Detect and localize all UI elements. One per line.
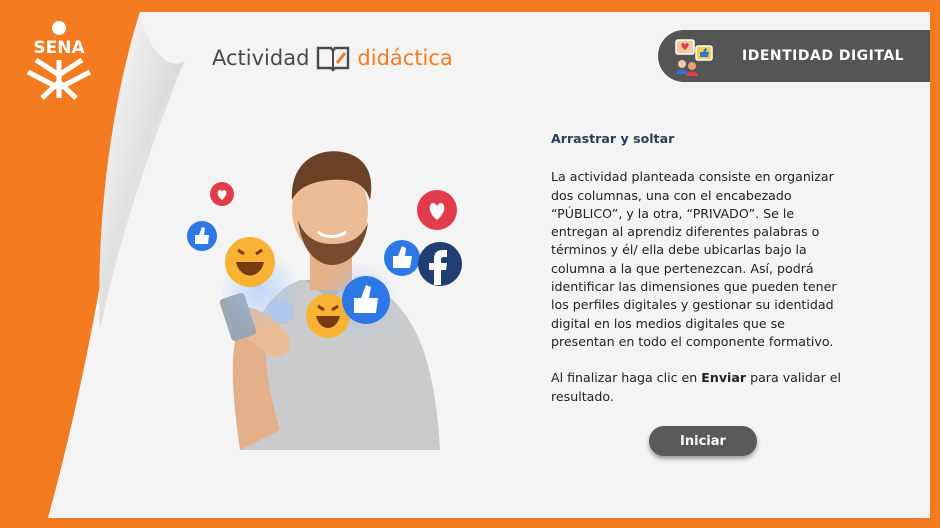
instructions-paragraph: La actividad planteada consiste en organ… [551, 169, 837, 349]
sena-logo: SENA [26, 21, 92, 100]
like-reaction-icon [342, 276, 390, 324]
topic-badge: IDENTIDAD DIGITAL [658, 30, 930, 82]
laugh-reaction-icon [225, 237, 275, 287]
instructions-heading: Arrastrar y soltar [551, 131, 675, 146]
activity-frame: SENA Actividad didáctica IDENTIDAD DIGIT… [0, 0, 940, 528]
footer-text: Al finalizar haga clic en [551, 370, 702, 386]
topic-label: IDENTIDAD DIGITAL [742, 48, 905, 64]
facebook-icon [270, 300, 294, 324]
like-reaction-icon [384, 240, 420, 276]
send-keyword: Enviar [701, 370, 747, 386]
heart-reaction-icon [417, 190, 457, 230]
activity-title: Actividad didáctica [212, 42, 453, 74]
instructions-panel: Arrastrar y soltar La actividad plantead… [551, 130, 851, 424]
title-part1: Actividad [212, 46, 310, 70]
instructions-footer: Al finalizar haga clic en Enviar para va… [551, 369, 851, 406]
logo-text: SENA [33, 38, 85, 58]
start-button[interactable]: Iniciar [649, 426, 757, 456]
person-with-phone-illustration [187, 151, 462, 450]
title-part2: didáctica [357, 46, 453, 70]
heart-reaction-icon [210, 182, 234, 206]
social-profile-icon [670, 33, 720, 79]
like-reaction-icon [187, 221, 217, 251]
facebook-icon [418, 242, 462, 286]
book-icon [317, 46, 350, 72]
